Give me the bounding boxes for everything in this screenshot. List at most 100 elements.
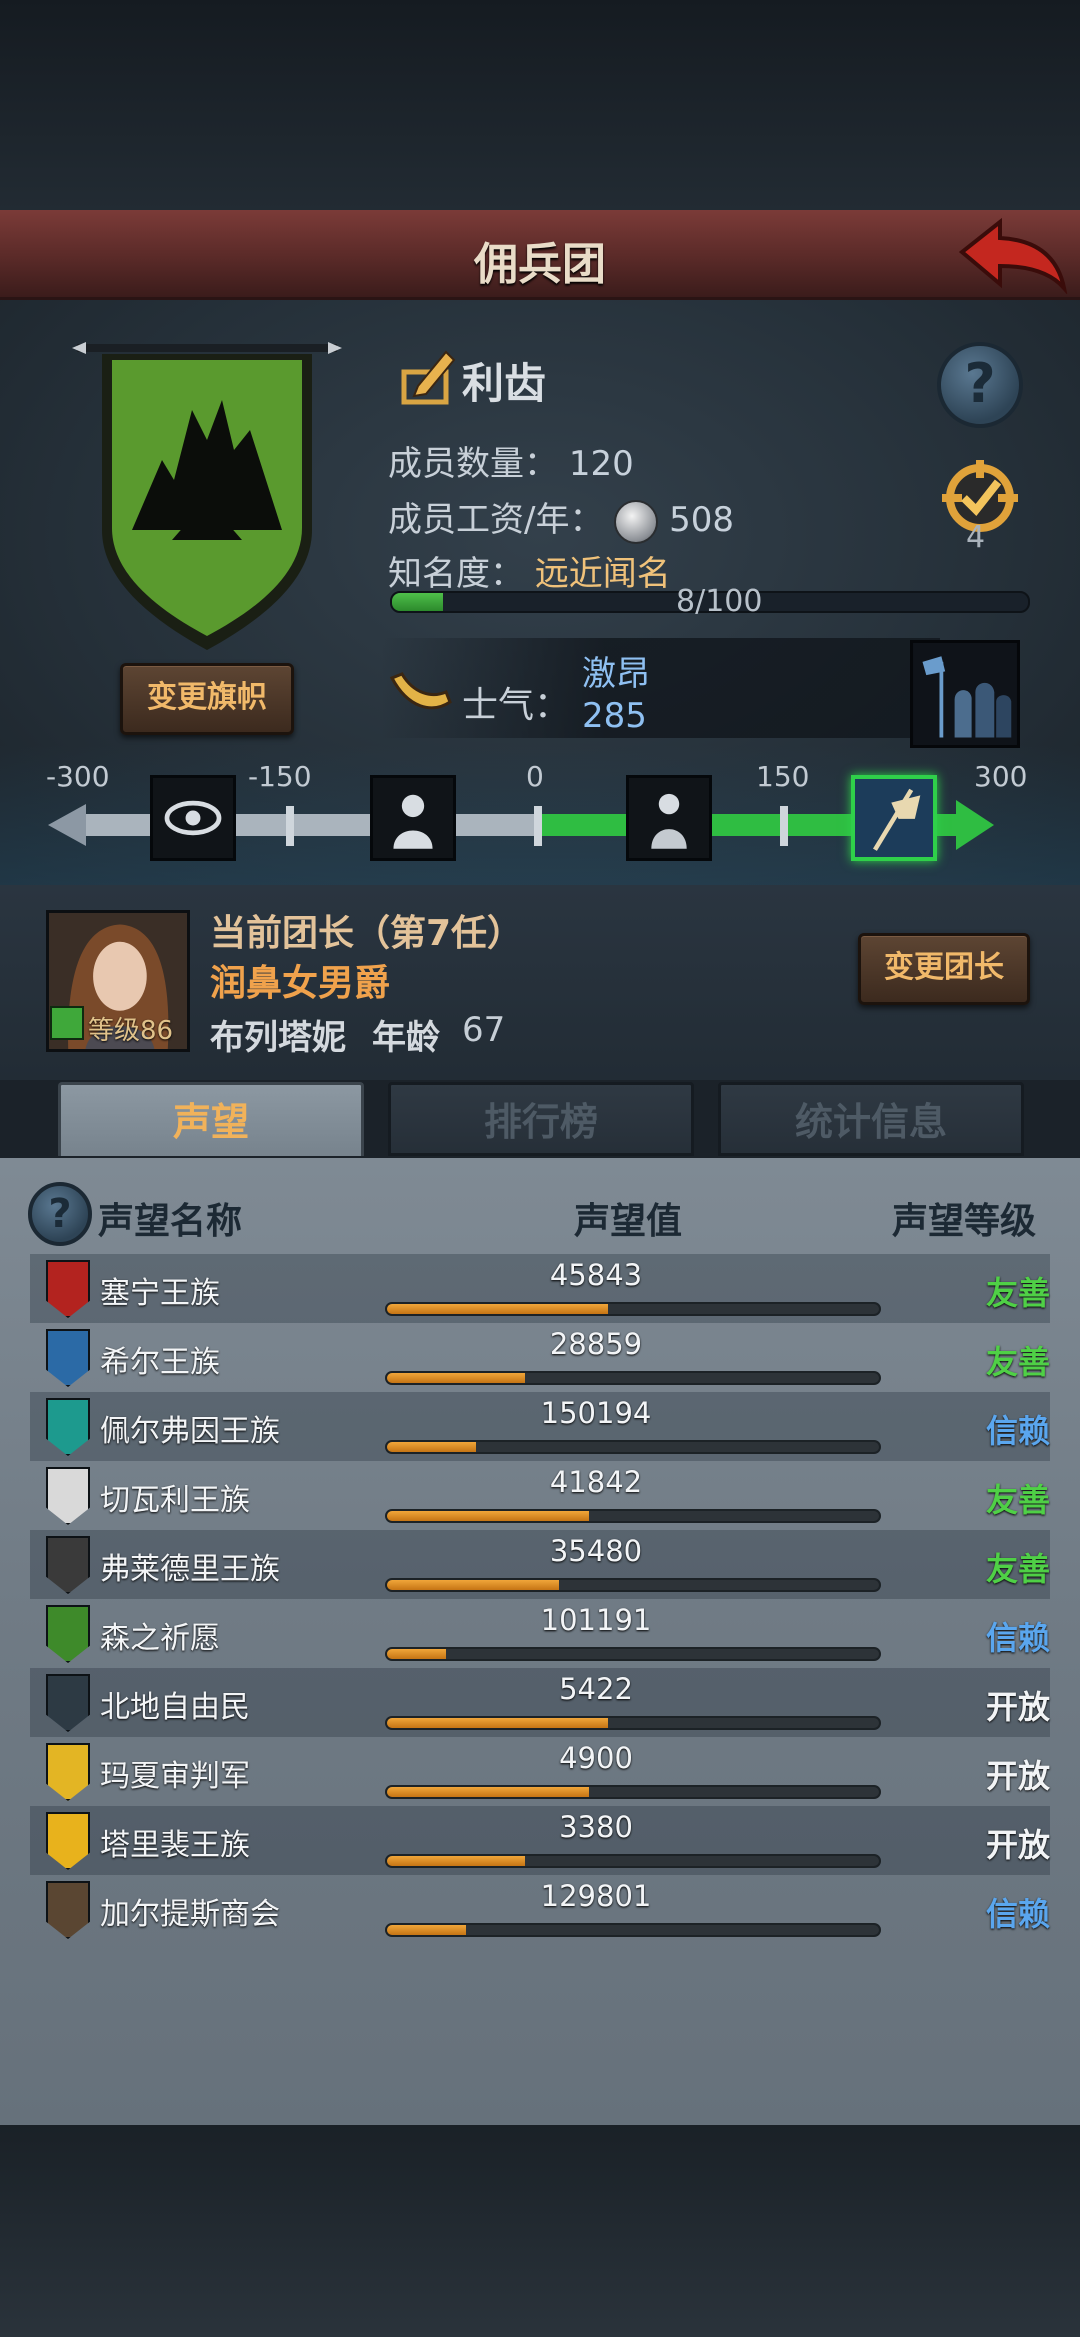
faction-crest-icon — [46, 1398, 90, 1456]
change-banner-button[interactable]: 变更旗帜 — [120, 663, 294, 735]
top-background — [0, 0, 1080, 210]
bottom-background — [0, 2125, 1080, 2337]
table-row[interactable]: 弗莱德里王族 35480 友善 — [30, 1530, 1050, 1599]
faction-value: 150194 — [540, 1396, 652, 1430]
guild-name: 利齿 — [462, 359, 547, 408]
faction-reputation-fill — [387, 1580, 560, 1590]
faction-name: 加尔提斯商会 — [100, 1897, 280, 1932]
faction-crest-icon — [46, 1536, 90, 1594]
faction-level: 信赖 — [985, 1619, 1050, 1657]
faction-level: 开放 — [985, 1826, 1050, 1864]
faction-reputation-fill — [387, 1304, 609, 1314]
back-arrow-icon[interactable] — [958, 214, 1068, 294]
horn-icon — [389, 672, 452, 710]
morale-troops-icon[interactable] — [910, 640, 1020, 748]
scale-tick-label: 0 — [526, 760, 544, 793]
faction-reputation-bar — [385, 1923, 881, 1937]
faction-reputation-bar — [385, 1647, 881, 1661]
leader-level: 等级86 — [88, 1016, 174, 1046]
eye-icon[interactable] — [150, 775, 236, 861]
salary-value: 508 — [669, 500, 734, 540]
table-row[interactable]: 加尔提斯商会 129801 信赖 — [30, 1875, 1050, 1944]
scale-tick-label: 150 — [756, 760, 810, 793]
fame-label: 知名度： — [388, 554, 524, 594]
calm-figure-icon[interactable] — [626, 775, 712, 861]
faction-value: 41842 — [549, 1465, 643, 1499]
medal-count: 4 — [966, 520, 986, 555]
class-badge-icon — [50, 1006, 84, 1040]
faction-level: 信赖 — [985, 1895, 1050, 1933]
tab-statistics[interactable]: 统计信息 — [718, 1082, 1024, 1156]
leader-age-label: 年龄 — [372, 1018, 440, 1058]
table-row[interactable]: 塞宁王族 45843 友善 — [30, 1254, 1050, 1323]
faction-name: 玛夏审判军 — [100, 1759, 250, 1794]
faction-value: 3380 — [559, 1810, 633, 1844]
faction-reputation-fill — [387, 1856, 525, 1866]
table-row[interactable]: 北地自由民 5422 开放 — [30, 1668, 1050, 1737]
morale-value: 285 — [582, 696, 647, 736]
faction-name: 塞宁王族 — [100, 1276, 220, 1311]
faction-name: 森之祈愿 — [100, 1621, 220, 1656]
reputation-help-icon[interactable]: ? — [28, 1182, 92, 1246]
table-row[interactable]: 塔里裴王族 3380 开放 — [30, 1806, 1050, 1875]
despair-figure-icon[interactable] — [370, 775, 456, 861]
faction-level: 友善 — [985, 1274, 1050, 1312]
faction-crest-icon — [46, 1329, 90, 1387]
faction-reputation-fill — [387, 1373, 525, 1383]
faction-reputation-bar — [385, 1578, 881, 1592]
scale-tick-label: -150 — [248, 760, 312, 793]
faction-value: 35480 — [549, 1534, 643, 1568]
help-icon[interactable]: ? — [937, 342, 1023, 428]
faction-value: 45843 — [549, 1258, 643, 1292]
faction-reputation-fill — [387, 1649, 447, 1659]
table-row[interactable]: 希尔王族 28859 友善 — [30, 1323, 1050, 1392]
leader-age: 67 — [462, 1010, 506, 1050]
salary-row: 成员工资/年： 508 — [388, 492, 734, 544]
faction-name: 北地自由民 — [100, 1690, 250, 1725]
change-leader-button[interactable]: 变更团长 — [858, 933, 1030, 1005]
leader-rank: 润鼻女男爵 — [210, 963, 391, 1004]
faction-name: 佩尔弗因王族 — [100, 1414, 280, 1449]
table-row[interactable]: 切瓦利王族 41842 友善 — [30, 1461, 1050, 1530]
fame-progress-fill — [392, 593, 443, 611]
faction-name: 塔里裴王族 — [100, 1828, 250, 1863]
faction-crest-icon — [46, 1743, 90, 1801]
table-row[interactable]: 森之祈愿 101191 信赖 — [30, 1599, 1050, 1668]
edit-name-icon[interactable] — [398, 346, 458, 406]
faction-level: 友善 — [985, 1481, 1050, 1519]
faction-reputation-fill — [387, 1787, 589, 1797]
faction-reputation-bar — [385, 1302, 881, 1316]
table-row[interactable]: 佩尔弗因王族 150194 信赖 — [30, 1392, 1050, 1461]
faction-value: 5422 — [559, 1672, 633, 1706]
guild-banner — [72, 342, 342, 650]
morale-scale: -300 -150 0 150 300 — [0, 760, 1080, 880]
page-title: 佣兵团 — [474, 239, 606, 290]
members-row: 成员数量： 120 — [388, 436, 634, 485]
faction-level: 开放 — [985, 1757, 1050, 1795]
morale-label: 士气： — [462, 685, 571, 726]
faction-crest-icon — [46, 1812, 90, 1870]
header-reputation-value: 声望值 — [574, 1201, 683, 1242]
header-reputation-level: 声望等级 — [892, 1201, 1037, 1242]
title-bar: 佣兵团 — [0, 210, 1080, 300]
faction-value: 28859 — [549, 1327, 643, 1361]
tab-reputation[interactable]: 声望 — [58, 1082, 364, 1156]
faction-value: 4900 — [559, 1741, 633, 1775]
faction-crest-icon — [46, 1881, 90, 1939]
header-reputation-name: 声望名称 — [98, 1201, 243, 1242]
faction-reputation-bar — [385, 1854, 881, 1868]
faction-reputation-bar — [385, 1509, 881, 1523]
faction-level: 开放 — [985, 1688, 1050, 1726]
faction-reputation-fill — [387, 1925, 466, 1935]
table-row[interactable]: 玛夏审判军 4900 开放 — [30, 1737, 1050, 1806]
faction-reputation-fill — [387, 1511, 589, 1521]
faction-reputation-bar — [385, 1440, 881, 1454]
tab-ranking[interactable]: 排行榜 — [388, 1082, 694, 1156]
faction-name: 切瓦利王族 — [100, 1483, 250, 1518]
faction-name: 弗莱德里王族 — [100, 1552, 280, 1587]
faction-reputation-fill — [387, 1442, 476, 1452]
leader-title: 当前团长（第7任） — [210, 913, 524, 954]
victory-banner-icon[interactable] — [851, 775, 937, 861]
fame-row: 知名度： 远近闻名 — [388, 546, 671, 595]
members-label: 成员数量： — [388, 444, 558, 484]
